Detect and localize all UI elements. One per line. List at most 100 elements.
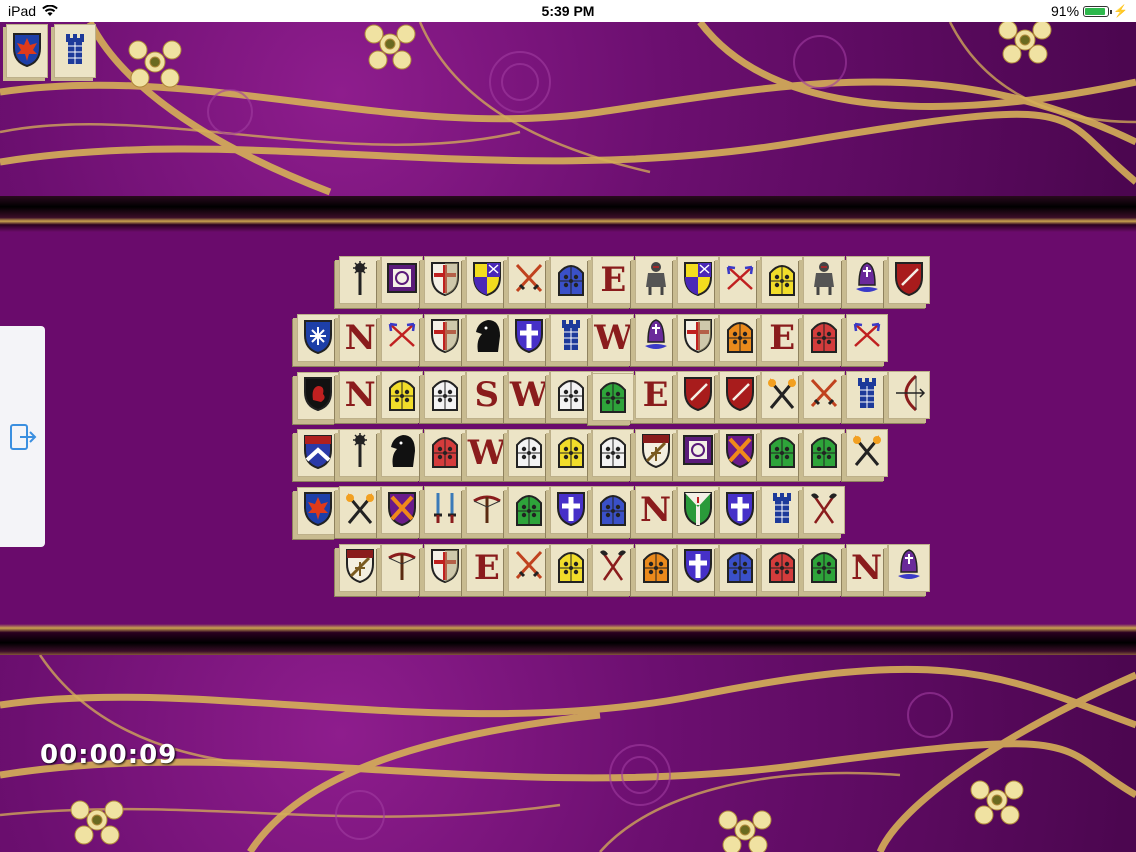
tower-icon — [58, 30, 92, 73]
tile[interactable] — [803, 371, 846, 419]
tile[interactable] — [803, 313, 846, 362]
tile[interactable] — [339, 543, 382, 592]
tile[interactable] — [719, 256, 761, 304]
tile[interactable] — [297, 429, 339, 477]
tile[interactable] — [423, 256, 466, 304]
tile[interactable] — [803, 428, 846, 477]
tile[interactable] — [719, 428, 761, 477]
tile[interactable] — [508, 256, 550, 304]
tile-letter[interactable]: N — [339, 313, 382, 362]
tile[interactable] — [803, 486, 846, 534]
tile[interactable] — [339, 428, 382, 477]
tile[interactable] — [381, 486, 424, 534]
tile[interactable] — [676, 486, 719, 534]
tile[interactable] — [634, 428, 677, 477]
tile[interactable] — [550, 313, 593, 362]
tile[interactable] — [676, 543, 719, 592]
tile[interactable] — [719, 486, 761, 534]
tile[interactable] — [676, 256, 719, 304]
tile[interactable] — [465, 313, 508, 362]
tile[interactable] — [719, 543, 761, 592]
tile[interactable] — [423, 371, 466, 419]
tile-letter[interactable]: W — [465, 428, 508, 477]
tile[interactable] — [887, 371, 930, 419]
tile-letter[interactable]: N — [845, 543, 888, 592]
collected-tile[interactable] — [6, 24, 48, 78]
tile-letter[interactable]: S — [465, 371, 508, 419]
window-white-icon — [596, 431, 630, 474]
tile[interactable] — [845, 256, 888, 304]
tile-letter[interactable]: W — [592, 313, 635, 362]
tile[interactable] — [465, 256, 508, 304]
bishop-icon — [850, 259, 884, 302]
tile[interactable] — [423, 543, 466, 592]
window-blue-icon — [723, 546, 757, 589]
tile[interactable] — [803, 256, 846, 304]
tile[interactable] — [297, 486, 339, 535]
knight-armor-icon — [807, 259, 841, 302]
tile[interactable] — [339, 256, 382, 304]
tile[interactable] — [676, 428, 719, 477]
collected-tile[interactable] — [54, 24, 96, 78]
tile[interactable] — [761, 256, 804, 304]
tile[interactable] — [676, 371, 719, 419]
shield-chevron-icon — [301, 432, 335, 475]
tile[interactable] — [508, 313, 550, 362]
tile[interactable] — [676, 313, 719, 362]
tile[interactable] — [465, 486, 508, 534]
crossed-torches-icon — [850, 431, 884, 474]
tile[interactable] — [550, 428, 593, 477]
tile[interactable] — [634, 543, 677, 592]
tile[interactable] — [592, 428, 635, 477]
tile[interactable] — [381, 543, 424, 592]
tile[interactable] — [423, 313, 466, 362]
tile-letter[interactable]: E — [634, 371, 677, 419]
tile[interactable] — [761, 371, 804, 419]
crossed-swords-icon — [807, 374, 841, 417]
crossed-torches-icon — [765, 374, 799, 417]
tile[interactable] — [339, 486, 382, 534]
tile-letter[interactable]: W — [508, 371, 550, 419]
exit-button[interactable] — [0, 326, 45, 547]
tile-letter[interactable]: E — [761, 313, 804, 362]
tile-letter[interactable]: N — [339, 371, 382, 419]
tile[interactable] — [550, 256, 593, 304]
tile[interactable] — [803, 543, 846, 592]
tile[interactable] — [297, 314, 339, 362]
tile[interactable] — [550, 371, 593, 419]
tile[interactable] — [845, 313, 888, 362]
tile[interactable] — [381, 428, 424, 477]
window-red-icon — [807, 316, 841, 359]
tile[interactable] — [592, 486, 635, 534]
tile[interactable] — [761, 486, 804, 534]
tile[interactable] — [719, 313, 761, 362]
tile[interactable] — [761, 428, 804, 477]
tile[interactable] — [423, 486, 466, 534]
tile[interactable] — [381, 256, 424, 304]
tile[interactable] — [423, 428, 466, 477]
tile[interactable] — [550, 486, 593, 534]
tile[interactable] — [592, 373, 634, 421]
tile[interactable] — [508, 428, 550, 477]
tile[interactable] — [719, 371, 761, 419]
tile[interactable] — [297, 371, 339, 420]
tile[interactable] — [634, 256, 677, 304]
tile[interactable] — [550, 543, 593, 592]
tile-letter[interactable]: N — [634, 486, 677, 534]
tile[interactable] — [508, 543, 550, 592]
tile[interactable] — [887, 256, 930, 304]
tile[interactable] — [381, 313, 424, 362]
tile[interactable] — [508, 486, 550, 534]
tile[interactable] — [381, 371, 424, 419]
crossed-arrows-icon — [723, 259, 757, 302]
tile-letter-glyph: E — [600, 260, 627, 300]
tile[interactable] — [845, 428, 888, 477]
tile[interactable] — [634, 313, 677, 362]
tile-letter[interactable]: E — [465, 543, 508, 592]
tile[interactable] — [761, 543, 804, 592]
tile[interactable] — [592, 543, 635, 592]
tile[interactable] — [845, 371, 888, 419]
tile-letter[interactable]: E — [592, 256, 635, 304]
tile[interactable] — [887, 543, 930, 592]
axes-icon — [807, 489, 841, 532]
